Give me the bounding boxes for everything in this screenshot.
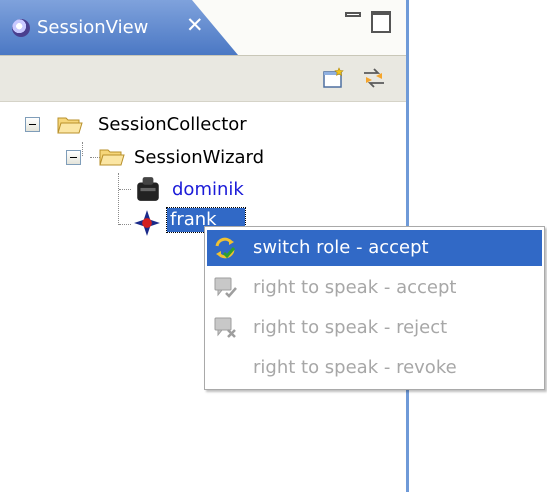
tab-title: SessionView: [37, 17, 149, 38]
collapse-toggle[interactable]: [66, 150, 81, 165]
tree-line-root-v: [82, 142, 83, 156]
tab-sessionview[interactable]: SessionView ✕: [0, 0, 238, 55]
tree-line-user2-h: [119, 224, 131, 225]
tree-node-label: dominik: [172, 179, 244, 200]
view-toolbar: [0, 55, 406, 102]
tree-line-user1-h: [119, 189, 131, 190]
menu-item-label: right to speak - accept: [253, 277, 457, 298]
collapse-toggle[interactable]: [25, 117, 40, 132]
folder-open-icon: [99, 149, 125, 166]
switch-role-icon[interactable]: [362, 66, 386, 90]
speak-reject-icon: [214, 317, 236, 338]
menu-item-speak-revoke[interactable]: right to speak - revoke: [207, 350, 542, 386]
switch-role-icon: [215, 237, 236, 259]
menu-item-speak-accept[interactable]: right to speak - accept: [207, 270, 542, 306]
view-tab-bar: SessionView ✕: [0, 0, 406, 55]
folder-open-icon: [57, 117, 83, 134]
user-cross-icon: [134, 210, 160, 236]
minimize-icon[interactable]: [345, 12, 361, 17]
menu-item-label: right to speak - reject: [253, 317, 448, 338]
menu-item-label: switch role - accept: [253, 237, 429, 258]
eclipse-icon: [12, 19, 30, 37]
user-black-icon: [137, 177, 159, 201]
new-session-icon[interactable]: [322, 66, 346, 90]
tree-line-child-v: [118, 173, 119, 225]
tree-node-label: SessionCollector: [98, 114, 247, 135]
maximize-icon[interactable]: [371, 11, 391, 33]
context-menu: switch role - accept right to speak - ac…: [204, 226, 545, 390]
speak-accept-icon: [214, 277, 237, 298]
menu-item-switch-role-accept[interactable]: switch role - accept: [207, 230, 542, 266]
close-icon[interactable]: ✕: [186, 15, 204, 36]
tree-node-label: SessionWizard: [134, 147, 265, 168]
menu-item-label: right to speak - revoke: [253, 357, 457, 378]
menu-item-speak-reject[interactable]: right to speak - reject: [207, 310, 542, 346]
